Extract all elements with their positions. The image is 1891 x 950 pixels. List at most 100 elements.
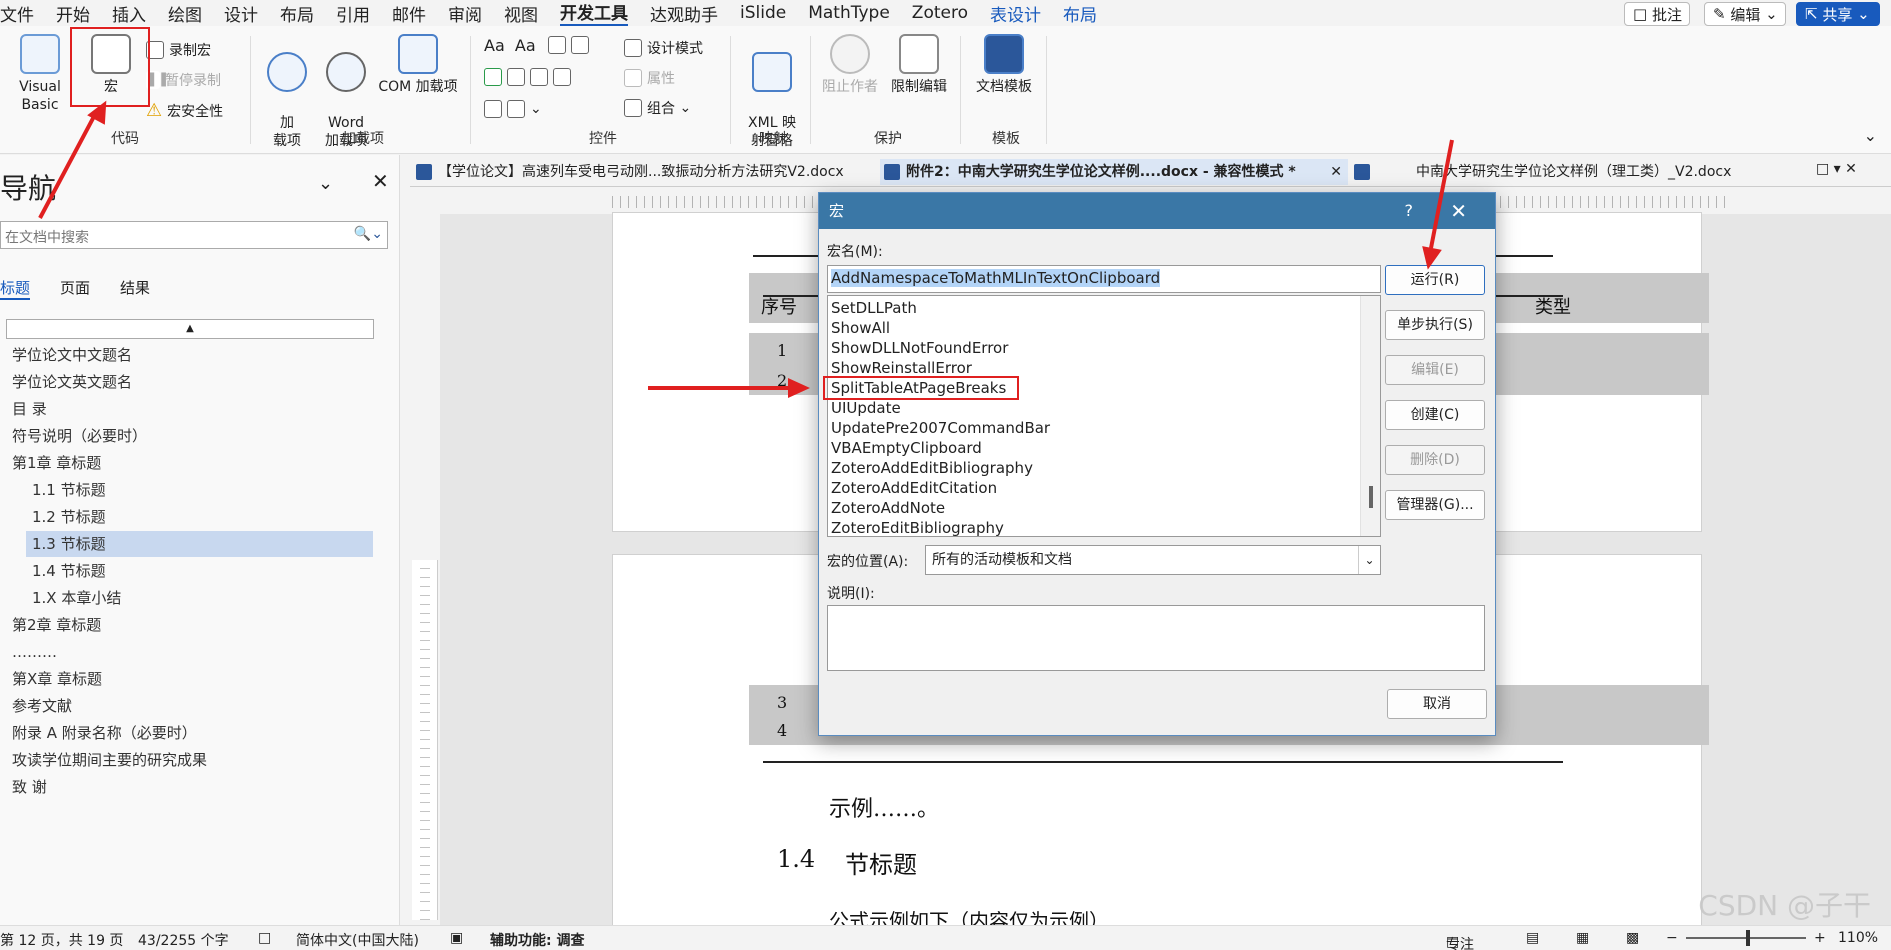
macro-name-input[interactable]: AddNamespaceToMathMLInTextOnClipboard — [827, 265, 1381, 293]
doc-tab-active[interactable]: 附件2：中南大学研究生学位论文样例....docx - 兼容性模式 * ✕ — [880, 159, 1348, 185]
nav-tab-pages[interactable]: 页面 — [60, 277, 90, 300]
nav-outline-item[interactable]: 参考文献 — [12, 693, 72, 719]
nav-outline-item[interactable]: 1.X 本章小结 — [32, 585, 121, 611]
macro-list-scrollbar[interactable] — [1360, 296, 1380, 536]
checkbox-control[interactable] — [484, 68, 576, 86]
help-icon[interactable]: ? — [1405, 193, 1414, 229]
menu-islide[interactable]: iSlide — [740, 3, 786, 23]
nav-collapse-all[interactable]: ▲ — [6, 319, 374, 339]
nav-outline-item[interactable]: 符号说明（必要时） — [12, 423, 147, 449]
nav-tab-headings[interactable]: 标题 — [0, 277, 31, 300]
delete-button[interactable]: 删除(D) — [1385, 445, 1485, 475]
doc-tab[interactable]: 中南大学研究生学位论文样例（理工类）_V2.docx — [1350, 159, 1810, 185]
macro-list-item[interactable]: ShowAll — [831, 318, 890, 338]
rich-text-control[interactable]: Aa Aa — [484, 36, 536, 55]
nav-outline-item[interactable]: 1.4 节标题 — [32, 558, 106, 584]
record-macro-button[interactable]: 录制宏 — [146, 40, 211, 60]
nav-outline-item[interactable]: ……… — [12, 639, 57, 665]
macro-list-item[interactable]: ZoteroAddEditCitation — [831, 478, 997, 498]
close-icon[interactable]: ✕ — [1450, 193, 1467, 229]
restrict-editing-button[interactable]: 限制编辑 — [884, 34, 954, 96]
nav-outline-item[interactable]: 第1章 章标题 — [12, 450, 101, 476]
status-language[interactable]: 简体中文(中国大陆) — [296, 930, 419, 950]
nav-outline-item[interactable]: 目 录 — [12, 396, 47, 422]
ribbon-collapse-icon[interactable]: ⌄ — [1864, 126, 1877, 145]
menu-home[interactable]: 开始 — [56, 1, 90, 26]
status-page-count[interactable]: 第 12 页，共 19 页 — [0, 930, 123, 950]
menu-daguan[interactable]: 达观助手 — [650, 1, 718, 26]
new-tab-icon[interactable]: □ ▾ ✕ — [1816, 161, 1857, 177]
step-into-button[interactable]: 单步执行(S) — [1385, 310, 1485, 340]
scrollbar-thumb[interactable] — [1369, 486, 1373, 508]
macro-list-item[interactable]: ZoteroAddNote — [831, 498, 945, 518]
macro-list-item[interactable]: VBAEmptyClipboard — [831, 438, 982, 458]
web-layout-icon[interactable]: ▩ — [1626, 930, 1639, 946]
menu-view[interactable]: 视图 — [504, 1, 538, 26]
edit-mode-button[interactable]: ✎ 编辑 ⌄ — [1704, 2, 1786, 26]
macro-list-item[interactable]: ZoteroEditBibliography — [831, 518, 1004, 536]
macro-list-item[interactable]: SetDLLPath — [831, 298, 917, 318]
nav-outline-item-selected[interactable]: 1.3 节标题 — [26, 531, 373, 557]
read-mode-icon[interactable]: ▤ — [1526, 930, 1539, 946]
menu-references[interactable]: 引用 — [336, 1, 370, 26]
share-button[interactable]: ⇱ 共享 ⌄ — [1796, 2, 1880, 26]
search-icon[interactable]: 🔍⌄ — [354, 226, 383, 242]
comment-button[interactable]: □ 批注 — [1624, 2, 1690, 26]
com-addins-button[interactable]: COM 加载项 — [370, 34, 466, 96]
nav-outline-item[interactable]: 第2章 章标题 — [12, 612, 101, 638]
nav-search-input[interactable]: 在文档中搜索 🔍⌄ — [0, 221, 388, 249]
nav-tab-results[interactable]: 结果 — [120, 277, 150, 300]
menu-developer[interactable]: 开发工具 — [560, 0, 628, 27]
legacy-tools-control[interactable]: ⌄ — [484, 100, 542, 118]
menu-insert[interactable]: 插入 — [112, 1, 146, 26]
zoom-in-icon[interactable]: + — [1814, 930, 1826, 946]
proofing-icon[interactable]: □ — [258, 930, 271, 946]
nav-outline-item[interactable]: 攻读学位期间主要的研究成果 — [12, 747, 207, 773]
nav-outline-item[interactable]: 学位论文中文题名 — [12, 342, 132, 368]
menu-mathtype[interactable]: MathType — [808, 3, 890, 23]
visual-basic-button[interactable]: Visual Basic — [0, 34, 80, 114]
cancel-button[interactable]: 取消 — [1387, 689, 1487, 719]
menu-file[interactable]: 文件 — [0, 1, 34, 26]
menu-table-layout[interactable]: 布局 — [1063, 1, 1097, 26]
nav-outline-item[interactable]: 1.2 节标题 — [32, 504, 106, 530]
design-mode-button[interactable]: 设计模式 — [624, 38, 703, 58]
pause-record-button[interactable]: ❚❚ 暂停录制 — [146, 70, 221, 90]
macro-list-item[interactable]: UIUpdate — [831, 398, 901, 418]
chevron-down-icon[interactable]: ⌄ — [318, 173, 333, 194]
macro-location-select[interactable]: 所有的活动模板和文档 ⌄ — [925, 545, 1381, 575]
macro-list-item[interactable]: ShowReinstallError — [831, 358, 972, 378]
properties-button[interactable]: 属性 — [624, 68, 675, 88]
picture-control[interactable] — [548, 36, 594, 54]
group-button[interactable]: 组合 ⌄ — [624, 98, 691, 118]
menu-zotero[interactable]: Zotero — [912, 3, 968, 23]
menu-layout[interactable]: 布局 — [280, 1, 314, 26]
macro-list-item[interactable]: ShowDLLNotFoundError — [831, 338, 1008, 358]
zoom-level[interactable]: 110% — [1838, 930, 1878, 946]
document-template-button[interactable]: 文档模板 — [966, 34, 1042, 96]
nav-outline-item[interactable]: 学位论文英文题名 — [12, 369, 132, 395]
block-authors-button[interactable]: 阻止作者 — [818, 34, 882, 96]
close-icon[interactable]: ✕ — [372, 169, 389, 193]
nav-outline-item[interactable]: 致 谢 — [12, 774, 47, 800]
close-icon[interactable]: ✕ — [1330, 159, 1342, 185]
macro-list-item[interactable]: UpdatePre2007CommandBar — [831, 418, 1050, 438]
macro-record-icon[interactable]: ▣ — [450, 930, 463, 946]
print-layout-icon[interactable]: ▦ — [1576, 930, 1589, 946]
menu-mailings[interactable]: 邮件 — [392, 1, 426, 26]
menu-design[interactable]: 设计 — [224, 1, 258, 26]
status-accessibility[interactable]: ☃ 辅助功能: 调查 — [490, 930, 584, 950]
doc-tab[interactable]: 【学位论文】高速列车受电弓动刚...致振动分析方法研究V2.docx — [412, 159, 878, 185]
zoom-slider-thumb[interactable] — [1746, 930, 1750, 946]
macro-security-button[interactable]: ⚠ 宏安全性 — [146, 100, 223, 121]
nav-outline-item[interactable]: 1.1 节标题 — [32, 477, 106, 503]
status-word-count[interactable]: 43/2255 个字 — [138, 930, 229, 950]
create-button[interactable]: 创建(C) — [1385, 400, 1485, 430]
organizer-button[interactable]: 管理器(G)... — [1385, 490, 1485, 520]
nav-outline-item[interactable]: 附录 A 附录名称（必要时） — [12, 720, 197, 746]
menu-review[interactable]: 审阅 — [448, 1, 482, 26]
menu-table-design[interactable]: 表设计 — [990, 1, 1041, 26]
zoom-out-icon[interactable]: − — [1666, 930, 1678, 946]
macro-list[interactable]: SetDLLPath ShowAll ShowDLLNotFoundError … — [827, 295, 1381, 537]
macro-list-item[interactable]: ZoteroAddEditBibliography — [831, 458, 1033, 478]
